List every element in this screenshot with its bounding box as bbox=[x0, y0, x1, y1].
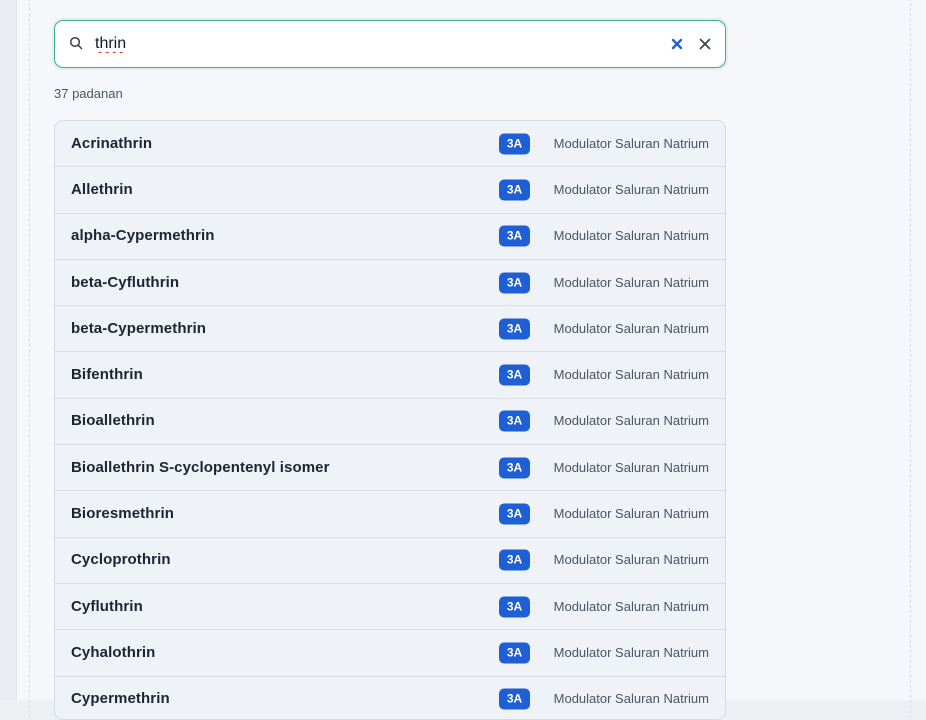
moa-group-badge: 3A bbox=[499, 642, 530, 664]
left-gutter bbox=[0, 0, 16, 700]
search-input[interactable] bbox=[95, 31, 655, 57]
moa-group-badge: 3A bbox=[499, 596, 530, 618]
result-name: Cypermethrin bbox=[71, 690, 170, 708]
moa-group-badge: 3A bbox=[499, 133, 530, 155]
result-row[interactable]: Bifenthrin 3A Modulator Saluran Natrium bbox=[55, 352, 725, 399]
search-box[interactable] bbox=[54, 20, 726, 68]
result-name: Bifenthrin bbox=[71, 366, 143, 384]
moa-description: Modulator Saluran Natrium bbox=[553, 182, 709, 198]
result-name: Cyhalothrin bbox=[71, 644, 156, 662]
moa-group-badge: 3A bbox=[499, 318, 530, 340]
moa-description: Modulator Saluran Natrium bbox=[553, 506, 709, 522]
result-row[interactable]: Bioresmethrin 3A Modulator Saluran Natrium bbox=[55, 491, 725, 538]
result-name: Bioresmethrin bbox=[71, 505, 174, 523]
moa-description: Modulator Saluran Natrium bbox=[553, 598, 709, 614]
result-row[interactable]: Allethrin 3A Modulator Saluran Natrium bbox=[55, 167, 725, 214]
result-row[interactable]: Cyhalothrin 3A Modulator Saluran Natrium bbox=[55, 630, 725, 677]
match-count: 37 padanan bbox=[54, 86, 123, 101]
search-icon bbox=[69, 36, 83, 50]
result-row[interactable]: Acrinathrin 3A Modulator Saluran Natrium bbox=[55, 121, 725, 168]
result-row[interactable]: Cypermethrin 3A Modulator Saluran Natrium bbox=[55, 677, 725, 719]
close-icon[interactable] bbox=[697, 36, 713, 52]
result-row[interactable]: Cyfluthrin 3A Modulator Saluran Natrium bbox=[55, 584, 725, 631]
result-name: beta-Cyfluthrin bbox=[71, 273, 180, 291]
moa-group-badge: 3A bbox=[499, 179, 530, 201]
result-name: Bioallethrin bbox=[71, 412, 155, 430]
result-name: Cyfluthrin bbox=[71, 597, 143, 615]
moa-description: Modulator Saluran Natrium bbox=[553, 274, 709, 290]
result-name: Acrinathrin bbox=[71, 134, 153, 152]
result-name: alpha-Cypermethrin bbox=[71, 227, 215, 245]
moa-group-badge: 3A bbox=[499, 364, 530, 386]
moa-description: Modulator Saluran Natrium bbox=[553, 691, 709, 707]
result-row[interactable]: Bioallethrin 3A Modulator Saluran Natrium bbox=[55, 399, 725, 446]
clear-icon[interactable] bbox=[669, 36, 685, 52]
moa-description: Modulator Saluran Natrium bbox=[553, 228, 709, 244]
moa-group-badge: 3A bbox=[499, 688, 530, 710]
moa-description: Modulator Saluran Natrium bbox=[553, 321, 709, 337]
result-row[interactable]: beta-Cyfluthrin 3A Modulator Saluran Natri… bbox=[55, 260, 725, 307]
moa-description: Modulator Saluran Natrium bbox=[553, 552, 709, 568]
result-row[interactable]: alpha-Cypermethrin 3A Modulator Saluran Na… bbox=[55, 214, 725, 260]
result-row[interactable]: Cycloprothrin 3A Modulator Saluran Natrium bbox=[55, 538, 725, 584]
result-name: Allethrin bbox=[71, 181, 133, 199]
moa-description: Modulator Saluran Natrium bbox=[553, 135, 709, 151]
result-name: Cycloprothrin bbox=[71, 551, 171, 569]
moa-description: Modulator Saluran Natrium bbox=[553, 413, 709, 429]
moa-description: Modulator Saluran Natrium bbox=[553, 645, 709, 661]
moa-group-badge: 3A bbox=[499, 503, 530, 525]
results-list: Acrinathrin 3A Modulator Saluran Natrium Al… bbox=[54, 120, 726, 720]
moa-group-badge: 3A bbox=[499, 410, 530, 432]
moa-group-badge: 3A bbox=[499, 549, 530, 571]
moa-description: Modulator Saluran Natrium bbox=[553, 459, 709, 475]
moa-group-badge: 3A bbox=[499, 272, 530, 294]
result-row[interactable]: beta-Cypermethrin 3A Modulator Saluran Nat… bbox=[55, 306, 725, 353]
moa-group-badge: 3A bbox=[499, 457, 530, 479]
moa-group-badge: 3A bbox=[499, 225, 530, 247]
result-name: beta-Cypermethrin bbox=[71, 319, 207, 337]
moa-description: Modulator Saluran Natrium bbox=[553, 367, 709, 383]
result-row[interactable]: Bioallethrin S-cyclopentenyl isomer 3A Mod… bbox=[55, 445, 725, 492]
result-name: Bioallethrin S-cyclopentenyl isomer bbox=[71, 458, 330, 476]
